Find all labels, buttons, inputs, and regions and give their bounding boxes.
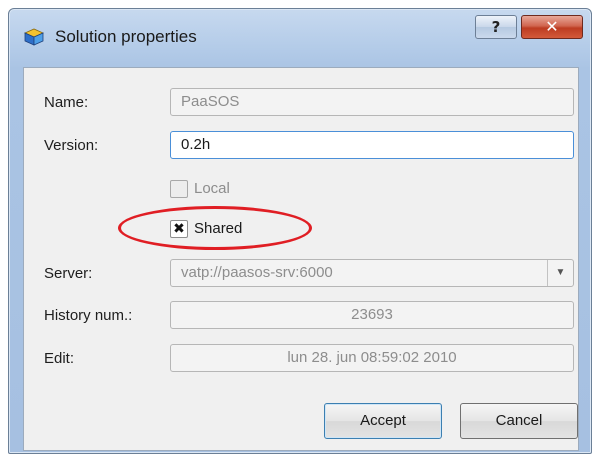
server-select[interactable]: vatp://paasos-srv:6000 ▼ [170, 259, 574, 287]
app-icon [24, 28, 44, 46]
solution-properties-dialog: Solution properties ? ✕ Name: PaaSOS Ver… [8, 8, 592, 454]
local-checkbox[interactable] [170, 180, 188, 198]
title-bar[interactable]: Solution properties ? ✕ [9, 9, 591, 59]
dialog-body: Name: PaaSOS Version: 0.2h Local ✖ Share… [23, 67, 579, 451]
history-label: History num.: [44, 307, 133, 324]
chevron-down-icon[interactable]: ▼ [547, 260, 573, 286]
history-field: 23693 [170, 301, 574, 329]
cancel-button[interactable]: Cancel [460, 403, 578, 439]
shared-option[interactable]: ✖ Shared [170, 220, 280, 240]
version-input[interactable]: 0.2h [170, 131, 574, 159]
shared-checkbox[interactable]: ✖ [170, 220, 188, 238]
help-button[interactable]: ? [475, 15, 517, 39]
server-label: Server: [44, 265, 93, 282]
edit-field: lun 28. jun 08:59:02 2010 [170, 344, 574, 372]
shared-label: Shared [194, 220, 243, 237]
window-title: Solution properties [55, 27, 197, 46]
close-button[interactable]: ✕ [521, 15, 583, 39]
accept-button[interactable]: Accept [324, 403, 442, 439]
local-option[interactable]: Local [170, 180, 260, 200]
local-label: Local [194, 180, 230, 197]
name-field: PaaSOS [170, 88, 574, 116]
version-label: Version: [44, 137, 99, 154]
server-value: vatp://paasos-srv:6000 [181, 264, 333, 281]
name-label: Name: [44, 94, 89, 111]
edit-label: Edit: [44, 350, 75, 367]
